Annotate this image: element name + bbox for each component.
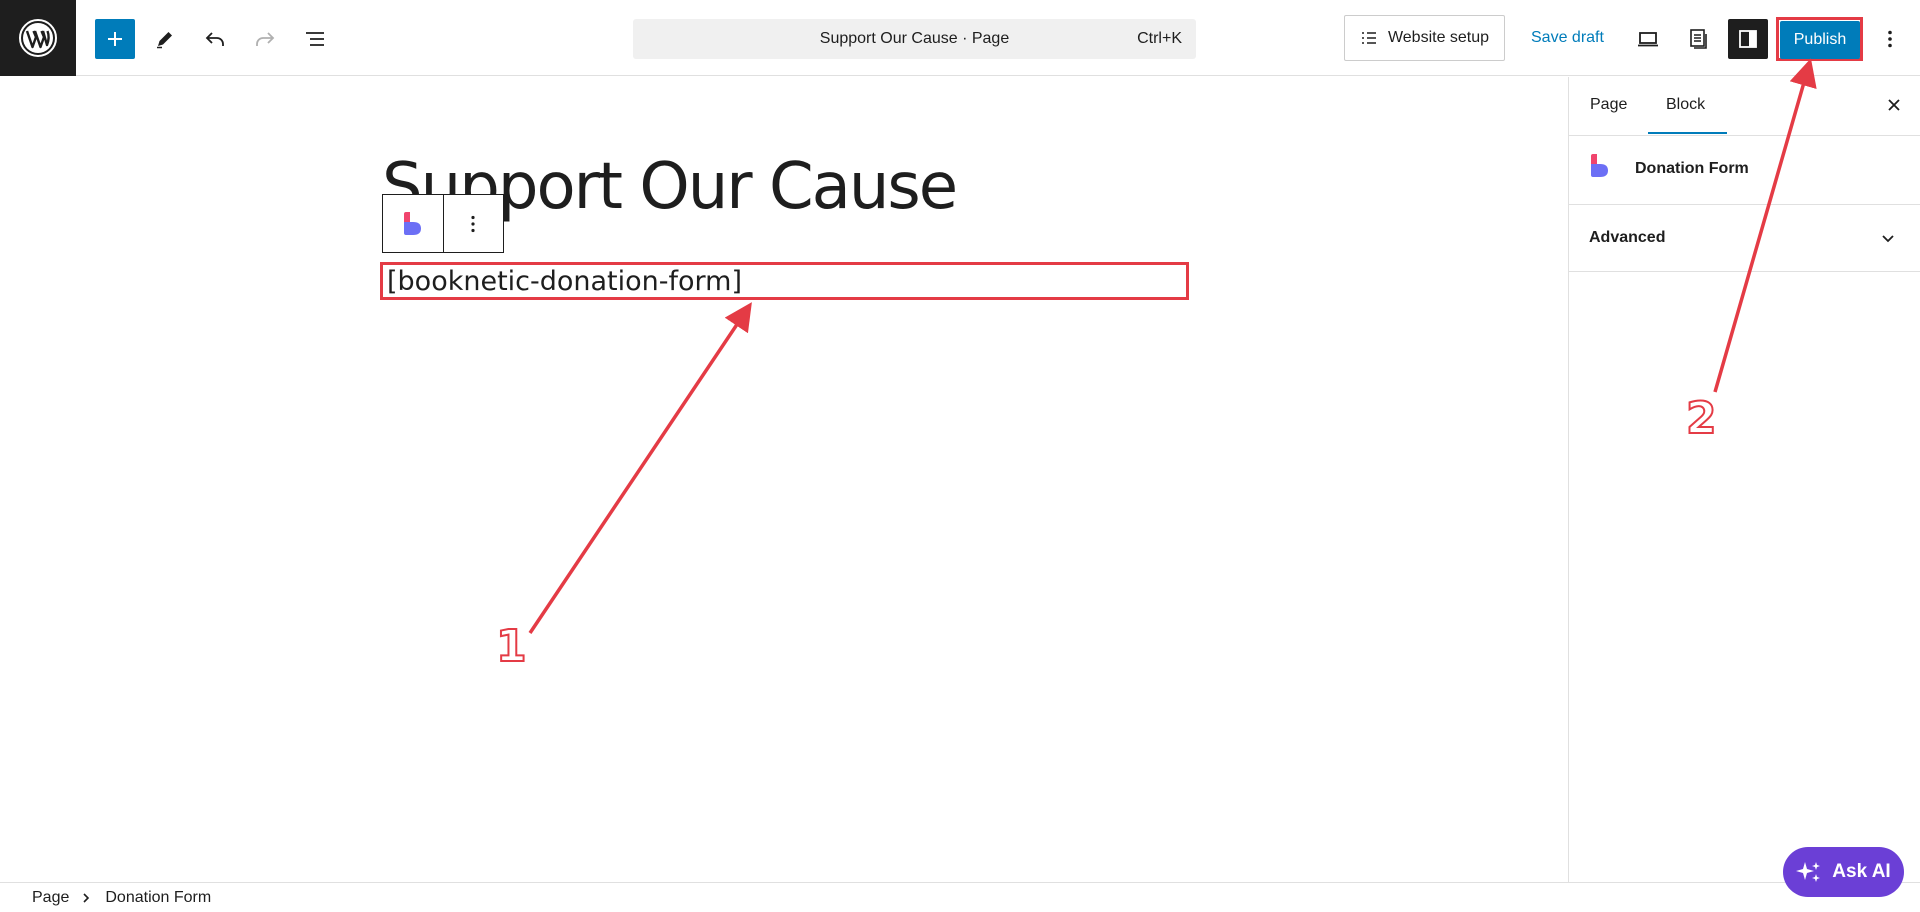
redo-button[interactable] xyxy=(245,19,285,59)
command-bar-title: Support Our Cause · Page xyxy=(819,30,1010,47)
sidebar-icon xyxy=(1739,30,1757,48)
redo-icon xyxy=(256,32,275,46)
shortcode-block[interactable]: [booknetic-donation-form] xyxy=(380,262,1189,300)
undo-icon xyxy=(205,32,224,46)
settings-sidebar-toggle[interactable] xyxy=(1728,19,1768,59)
website-setup-label: Website setup xyxy=(1387,29,1490,46)
booknetic-logo-icon xyxy=(1591,154,1608,177)
block-type-button[interactable] xyxy=(383,195,443,252)
desktop-icon xyxy=(1638,32,1658,47)
block-options-button[interactable] xyxy=(442,195,504,252)
more-vertical-icon xyxy=(471,215,475,232)
undo-button[interactable] xyxy=(195,19,235,59)
preview-button[interactable] xyxy=(1628,19,1668,59)
annotation-number-2: 2 xyxy=(1685,393,1718,444)
block-breadcrumb: Page Donation Form xyxy=(0,882,1920,912)
checklist-icon xyxy=(1361,32,1376,44)
chevron-right-icon xyxy=(81,892,91,904)
editor-header: Support Our Cause · Page Ctrl+K Website … xyxy=(0,0,1920,76)
wordpress-logo-icon[interactable] xyxy=(0,0,76,76)
block-inserter-button[interactable] xyxy=(95,19,135,59)
settings-sidebar: Page Block Donation Form Advanced xyxy=(1568,77,1920,882)
pencil-icon xyxy=(157,32,172,49)
publish-button[interactable]: Publish xyxy=(1780,21,1860,59)
block-card: Donation Form xyxy=(1569,136,1920,205)
booknetic-logo-icon xyxy=(403,211,421,235)
close-icon xyxy=(1888,99,1900,111)
active-tab-indicator xyxy=(1648,132,1727,134)
advanced-panel-toggle[interactable]: Advanced xyxy=(1569,205,1920,272)
ask-ai-label: Ask AI xyxy=(1832,861,1891,882)
tab-page[interactable]: Page xyxy=(1590,96,1627,114)
plus-icon xyxy=(108,32,122,46)
editor-canvas: Support Our Cause [booknetic-donation-fo… xyxy=(0,77,1568,882)
block-toolbar xyxy=(382,194,504,253)
chevron-down-icon xyxy=(1882,235,1894,243)
sidebar-tabs: Page Block xyxy=(1569,77,1920,136)
annotation-number-1: 1 xyxy=(495,621,528,672)
advanced-label: Advanced xyxy=(1589,229,1666,246)
breadcrumb-item-block[interactable]: Donation Form xyxy=(105,889,211,907)
tools-button[interactable] xyxy=(145,19,185,59)
document-icon xyxy=(1690,29,1707,49)
more-vertical-icon xyxy=(1888,30,1892,48)
block-name: Donation Form xyxy=(1635,160,1749,177)
list-view-icon xyxy=(306,32,324,46)
command-palette-bar[interactable]: Support Our Cause · Page Ctrl+K xyxy=(633,19,1196,59)
breadcrumb-item-page[interactable]: Page xyxy=(32,889,69,907)
ask-ai-button[interactable]: Ask AI xyxy=(1783,847,1904,897)
sparkle-icon xyxy=(1796,862,1821,882)
close-sidebar-button[interactable] xyxy=(1882,93,1906,117)
document-overview-button[interactable] xyxy=(295,19,335,59)
website-setup-button[interactable]: Website setup xyxy=(1344,15,1505,61)
command-bar-shortcut: Ctrl+K xyxy=(1137,30,1182,47)
tab-block[interactable]: Block xyxy=(1666,96,1705,114)
options-menu-button[interactable] xyxy=(1870,19,1910,59)
save-draft-button[interactable]: Save draft xyxy=(1531,29,1604,47)
view-page-button[interactable] xyxy=(1678,19,1718,59)
